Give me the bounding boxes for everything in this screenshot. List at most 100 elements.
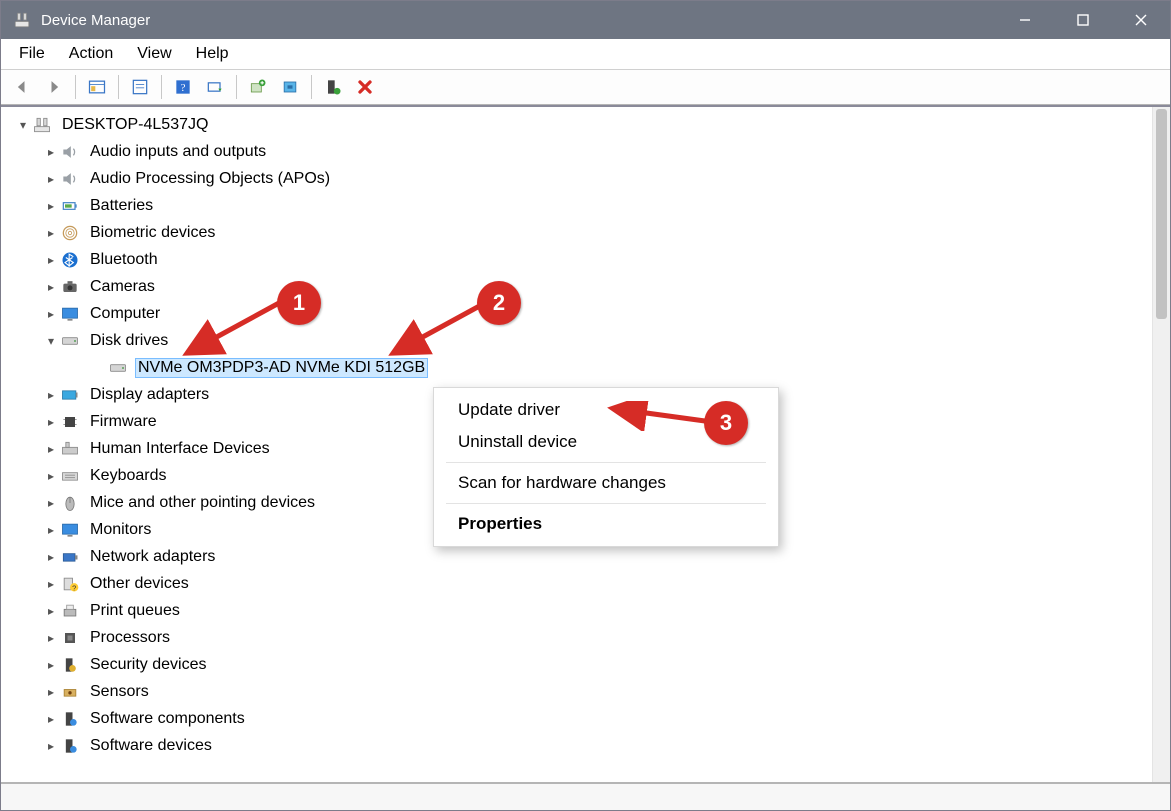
back-button[interactable] (7, 73, 37, 101)
uninstall-button[interactable] (275, 73, 305, 101)
speaker-icon (59, 168, 81, 190)
minimize-button[interactable] (996, 1, 1054, 39)
chevron-down-icon[interactable]: ▾ (15, 118, 31, 132)
tree-item-bluetooth[interactable]: ▸ Bluetooth (11, 246, 1150, 273)
chevron-right-icon[interactable]: ▸ (43, 496, 59, 510)
annotation-badge-1: 1 (277, 281, 321, 325)
ctx-scan-hardware[interactable]: Scan for hardware changes (434, 467, 778, 499)
disk-icon (59, 330, 81, 352)
chevron-right-icon[interactable]: ▸ (43, 226, 59, 240)
bluetooth-icon (59, 249, 81, 271)
tree-item-nvme-disk[interactable]: ▸ NVMe OM3PDP3-AD NVMe KDI 512GB (11, 354, 1150, 381)
toolbar-separator (236, 75, 237, 99)
scan-hardware-button[interactable] (200, 73, 230, 101)
printer-icon (59, 600, 81, 622)
camera-icon (59, 276, 81, 298)
chevron-right-icon[interactable]: ▸ (43, 253, 59, 267)
chevron-right-icon[interactable]: ▸ (43, 415, 59, 429)
unknown-device-icon: ? (59, 573, 81, 595)
annotation-badge-2: 2 (477, 281, 521, 325)
enable-device-button[interactable] (318, 73, 348, 101)
toolbar-separator (118, 75, 119, 99)
chevron-right-icon[interactable]: ▸ (43, 604, 59, 618)
menu-help[interactable]: Help (186, 41, 239, 67)
tree-item-software-components[interactable]: ▸ Software components (11, 705, 1150, 732)
vertical-scrollbar[interactable] (1152, 107, 1170, 782)
security-icon (59, 654, 81, 676)
tree-item-print-queues[interactable]: ▸ Print queues (11, 597, 1150, 624)
monitor-icon (59, 519, 81, 541)
app-icon (13, 11, 31, 29)
chevron-right-icon[interactable]: ▸ (43, 523, 59, 537)
hid-icon (59, 438, 81, 460)
chevron-right-icon[interactable]: ▸ (43, 577, 59, 591)
tree-item-security[interactable]: ▸ Security devices (11, 651, 1150, 678)
chevron-right-icon[interactable]: ▸ (43, 739, 59, 753)
chevron-right-icon[interactable]: ▸ (43, 469, 59, 483)
close-button[interactable] (1112, 1, 1170, 39)
chevron-right-icon[interactable]: ▸ (43, 307, 59, 321)
annotation-badge-3: 3 (704, 401, 748, 445)
tree-item-software-devices[interactable]: ▸ Software devices (11, 732, 1150, 759)
chevron-right-icon[interactable]: ▸ (43, 442, 59, 456)
chevron-right-icon[interactable]: ▸ (43, 172, 59, 186)
tree-item-other[interactable]: ▸ ? Other devices (11, 570, 1150, 597)
window-title: Device Manager (41, 12, 150, 29)
network-icon (59, 546, 81, 568)
titlebar: Device Manager (1, 1, 1170, 39)
toolbar-separator (161, 75, 162, 99)
tree-item-network[interactable]: ▸ Network adapters (11, 543, 1150, 570)
tree-item-biometric[interactable]: ▸ Biometric devices (11, 219, 1150, 246)
speaker-icon (59, 141, 81, 163)
selected-device-label: NVMe OM3PDP3-AD NVMe KDI 512GB (135, 358, 428, 378)
status-bar (1, 782, 1170, 810)
tree-root[interactable]: ▾ DESKTOP-4L537JQ (11, 111, 1150, 138)
toolbar: ? (1, 69, 1170, 105)
show-hidden-button[interactable] (82, 73, 112, 101)
update-driver-button[interactable] (243, 73, 273, 101)
chevron-right-icon[interactable]: ▸ (43, 199, 59, 213)
mouse-icon (59, 492, 81, 514)
scrollbar-thumb[interactable] (1156, 109, 1167, 319)
toolbar-separator (311, 75, 312, 99)
properties-button[interactable] (125, 73, 155, 101)
disk-icon (107, 357, 129, 379)
monitor-icon (59, 303, 81, 325)
chevron-right-icon[interactable]: ▸ (43, 631, 59, 645)
svg-text:?: ? (181, 82, 186, 94)
component-icon (59, 708, 81, 730)
ctx-separator (446, 503, 766, 504)
menu-file[interactable]: File (9, 41, 55, 67)
display-adapter-icon (59, 384, 81, 406)
sensor-icon (59, 681, 81, 703)
chevron-right-icon[interactable]: ▸ (43, 658, 59, 672)
tree-item-processors[interactable]: ▸ Processors (11, 624, 1150, 651)
tree-item-audio-apo[interactable]: ▸ Audio Processing Objects (APOs) (11, 165, 1150, 192)
ctx-properties[interactable]: Properties (434, 508, 778, 540)
tree-item-computer[interactable]: ▸ Computer (11, 300, 1150, 327)
maximize-button[interactable] (1054, 1, 1112, 39)
menu-action[interactable]: Action (59, 41, 123, 67)
chevron-right-icon[interactable]: ▸ (43, 712, 59, 726)
toolbar-separator (75, 75, 76, 99)
chevron-right-icon[interactable]: ▸ (43, 685, 59, 699)
disable-device-button[interactable] (350, 73, 380, 101)
chevron-right-icon[interactable]: ▸ (43, 388, 59, 402)
chevron-right-icon[interactable]: ▸ (43, 145, 59, 159)
computer-icon (31, 114, 53, 136)
chevron-right-icon[interactable]: ▸ (43, 280, 59, 294)
chevron-down-icon[interactable]: ▾ (43, 334, 59, 348)
fingerprint-icon (59, 222, 81, 244)
tree-item-audio-io[interactable]: ▸ Audio inputs and outputs (11, 138, 1150, 165)
svg-text:?: ? (72, 583, 76, 592)
menu-view[interactable]: View (127, 41, 181, 67)
tree-item-batteries[interactable]: ▸ Batteries (11, 192, 1150, 219)
forward-button[interactable] (39, 73, 69, 101)
battery-icon (59, 195, 81, 217)
chevron-right-icon[interactable]: ▸ (43, 550, 59, 564)
tree-item-disk-drives[interactable]: ▾ Disk drives (11, 327, 1150, 354)
help-button[interactable]: ? (168, 73, 198, 101)
tree-item-sensors[interactable]: ▸ Sensors (11, 678, 1150, 705)
tree-item-cameras[interactable]: ▸ Cameras (11, 273, 1150, 300)
menubar: File Action View Help (1, 39, 1170, 69)
